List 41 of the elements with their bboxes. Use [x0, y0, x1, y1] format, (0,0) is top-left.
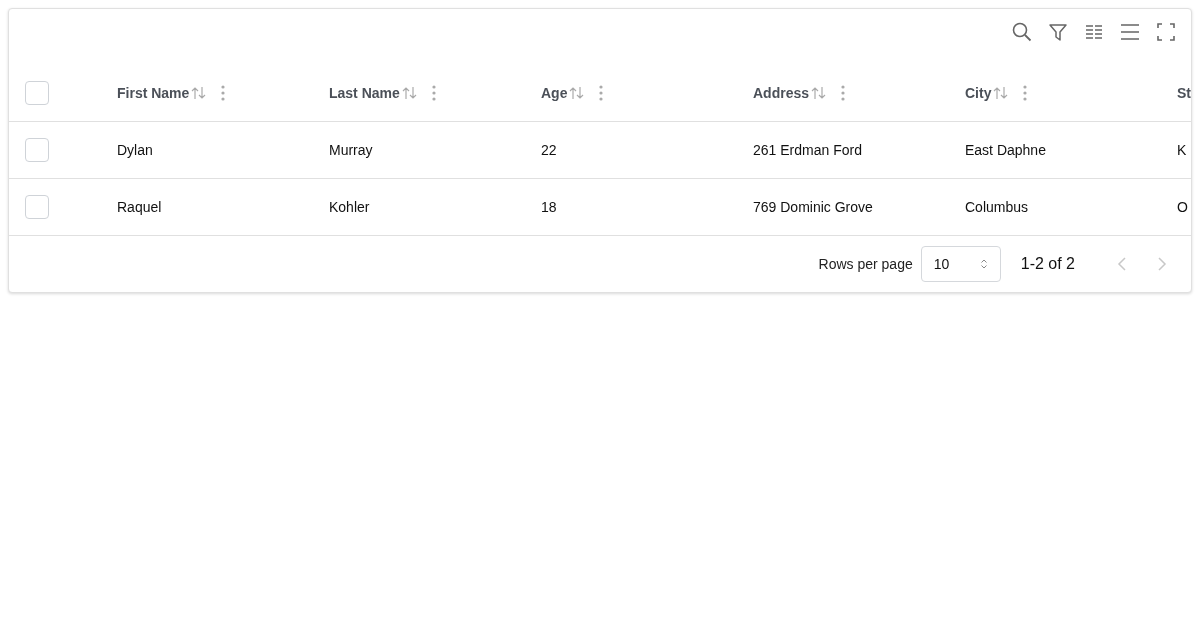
column-menu-icon[interactable] — [221, 84, 226, 101]
checkbox[interactable] — [25, 80, 49, 105]
column-menu-icon[interactable] — [599, 84, 604, 101]
checkbox[interactable] — [25, 195, 49, 219]
filter-icon — [1047, 21, 1069, 43]
column-menu-icon[interactable] — [1023, 84, 1028, 101]
sort-icon[interactable] — [401, 85, 418, 100]
column-header[interactable]: Last Name — [329, 84, 400, 101]
sort-icon[interactable] — [569, 85, 586, 100]
column-menu-icon[interactable] — [841, 84, 846, 101]
select-caret-icon — [979, 258, 988, 270]
table-cell: Kohler — [329, 199, 370, 215]
sort-icon[interactable] — [191, 85, 208, 100]
page-range: 1-2 of 2 — [1020, 255, 1075, 273]
rows-per-page-select[interactable]: 10 — [920, 246, 1001, 282]
sort-icon[interactable] — [811, 85, 828, 100]
fullscreen-icon — [1155, 21, 1177, 43]
sort-icon[interactable] — [993, 85, 1010, 100]
column-header[interactable]: Age — [541, 84, 568, 101]
checkbox[interactable] — [25, 138, 49, 162]
column-menu-icon[interactable] — [431, 84, 436, 101]
column-header[interactable]: St — [1177, 84, 1191, 101]
fullscreen-button[interactable] — [1155, 21, 1177, 43]
table-cell: Murray — [329, 142, 373, 158]
table-cell: 18 — [541, 199, 557, 215]
filter-button[interactable] — [1047, 21, 1069, 43]
table-cell: O — [1177, 199, 1188, 215]
table-cell: K — [1177, 142, 1187, 158]
column-header[interactable]: First Name — [117, 84, 190, 101]
rows-per-page-label: Rows per page — [818, 256, 913, 272]
table-cell: Columbus — [965, 199, 1029, 215]
table-cell: Dylan — [117, 142, 153, 158]
table-cell: 769 Dominic Grove — [753, 199, 873, 215]
table-cell: 22 — [541, 142, 557, 158]
search-button[interactable] — [1011, 21, 1033, 43]
column-header[interactable]: City — [965, 84, 992, 101]
column-header[interactable]: Address — [753, 84, 810, 101]
table-cell: East Daphne — [965, 142, 1046, 158]
table-cell: Raquel — [117, 199, 162, 215]
search-icon — [1011, 21, 1033, 43]
table-cell: 261 Erdman Ford — [753, 142, 862, 158]
